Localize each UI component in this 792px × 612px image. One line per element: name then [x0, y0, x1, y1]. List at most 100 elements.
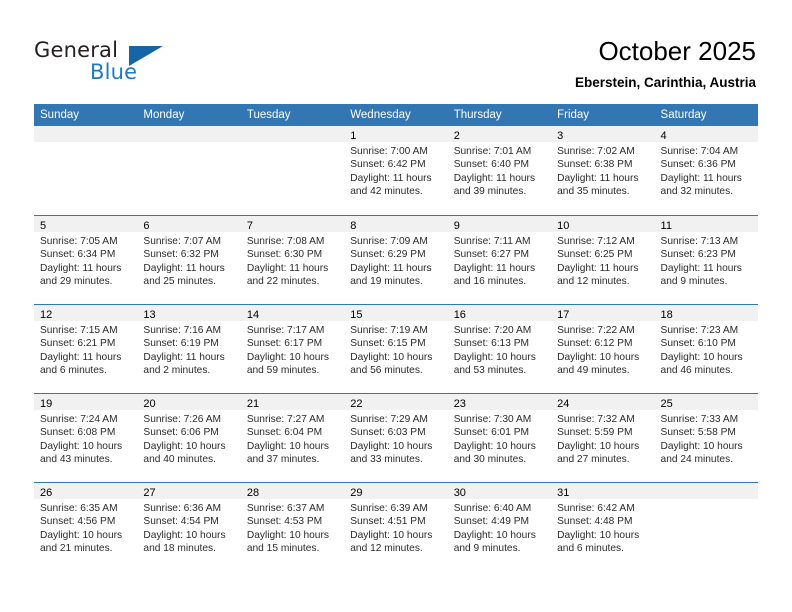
calendar-day-cell[interactable]: 4 Sunrise: 7:04 AM Sunset: 6:36 PM Daylight…: [654, 126, 758, 215]
daylight-text-line1: Daylight: 11 hours: [453, 262, 536, 274]
sunrise-text: Sunrise: 7:09 AM: [350, 236, 428, 247]
day-number: 5: [40, 220, 47, 232]
sunset-text: Sunset: 6:30 PM: [246, 249, 323, 261]
sunset-text: Sunset: 6:04 PM: [246, 427, 323, 439]
brand-logo[interactable]: General Blue: [34, 38, 234, 90]
sunrise-text: Sunrise: 6:36 AM: [143, 503, 222, 514]
day-sun-info: Sunrise: 7:17 AM Sunset: 6:17 PM Daylight:…: [241, 321, 344, 377]
weekday-wednesday: Wednesday: [350, 109, 411, 121]
calendar-day-cell[interactable]: 28 Sunrise: 6:37 AM Sunset: 4:53 PM Dayligh…: [240, 483, 345, 571]
daylight-text-line2: and 24 minutes.: [660, 453, 734, 465]
calendar-day-cell[interactable]: 23 Sunrise: 7:30 AM Sunset: 6:01 PM Dayligh…: [447, 394, 552, 482]
calendar-day-cell[interactable]: 3 Sunrise: 7:02 AM Sunset: 6:38 PM Daylight…: [551, 126, 655, 215]
weekday-thursday: Thursday: [453, 109, 502, 121]
day-number-band: 26: [34, 483, 138, 499]
calendar-day-cell[interactable]: 22 Sunrise: 7:29 AM Sunset: 6:03 PM Dayligh…: [344, 394, 448, 482]
daylight-text-line2: and 9 minutes.: [453, 542, 521, 554]
day-sun-info: Sunrise: 7:09 AM Sunset: 6:29 PM Daylight:…: [344, 232, 447, 288]
calendar-day-cell[interactable]: 18 Sunrise: 7:23 AM Sunset: 6:10 PM Dayligh…: [654, 305, 758, 393]
calendar-page: General Blue October 2025 Eberstein, Car…: [0, 0, 792, 612]
calendar-day-cell[interactable]: 7 Sunrise: 7:08 AM Sunset: 6:30 PM Daylight…: [240, 216, 345, 304]
day-sun-info: Sunrise: 6:40 AM Sunset: 4:49 PM Daylight:…: [448, 499, 551, 555]
calendar-day-cell[interactable]: 2 Sunrise: 7:01 AM Sunset: 6:40 PM Daylight…: [447, 126, 552, 215]
calendar-day-cell[interactable]: 6 Sunrise: 7:07 AM Sunset: 6:32 PM Daylight…: [137, 216, 241, 304]
sunrise-text: Sunrise: 7:20 AM: [453, 325, 532, 336]
daylight-text-line1: Daylight: 11 hours: [557, 172, 639, 184]
day-number: 20: [143, 398, 156, 410]
calendar-day-cell[interactable]: 31 Sunrise: 6:42 AM Sunset: 4:48 PM Dayligh…: [551, 483, 655, 571]
sunset-text: Sunset: 6:32 PM: [143, 249, 219, 261]
calendar-day-cell[interactable]: 24 Sunrise: 7:32 AM Sunset: 5:59 PM Dayligh…: [551, 394, 655, 482]
sunset-text: Sunset: 6:19 PM: [143, 338, 219, 350]
day-sun-info: Sunrise: 7:30 AM Sunset: 6:01 PM Daylight:…: [448, 410, 551, 466]
calendar-day-cell[interactable]: 11 Sunrise: 7:13 AM Sunset: 6:23 PM Dayligh…: [654, 216, 758, 304]
calendar-day-cell[interactable]: 21 Sunrise: 7:27 AM Sunset: 6:04 PM Dayligh…: [240, 394, 345, 482]
calendar-day-cell[interactable]: 27 Sunrise: 6:36 AM Sunset: 4:54 PM Dayligh…: [137, 483, 241, 571]
daylight-text-line1: Daylight: 10 hours: [143, 440, 226, 452]
page-header: General Blue October 2025 Eberstein, Car…: [0, 0, 792, 104]
day-sun-info: Sunrise: 7:01 AM Sunset: 6:40 PM Daylight:…: [448, 142, 551, 198]
sunset-text: Sunset: 4:56 PM: [40, 516, 116, 528]
sunset-text: Sunset: 6:42 PM: [350, 159, 426, 171]
calendar-day-cell[interactable]: 15 Sunrise: 7:19 AM Sunset: 6:15 PM Dayligh…: [344, 305, 448, 393]
calendar-day-cell-empty: [654, 483, 758, 571]
daylight-text-line2: and 18 minutes.: [143, 542, 216, 554]
day-number: 9: [453, 220, 460, 232]
calendar-day-cell[interactable]: 19 Sunrise: 7:24 AM Sunset: 6:08 PM Dayligh…: [34, 394, 138, 482]
sunset-text: Sunset: 6:40 PM: [453, 159, 530, 171]
daylight-text-line2: and 16 minutes.: [453, 275, 527, 287]
daylight-text-line2: and 40 minutes.: [143, 453, 216, 465]
day-number-band: [654, 483, 758, 499]
sunrise-text: Sunrise: 7:01 AM: [453, 146, 532, 157]
calendar-day-cell[interactable]: 30 Sunrise: 6:40 AM Sunset: 4:49 PM Dayligh…: [447, 483, 552, 571]
day-number-band: 14: [240, 305, 345, 321]
location-subtitle: Eberstein, Carinthia, Austria: [574, 75, 756, 90]
sunrise-text: Sunrise: 6:35 AM: [40, 503, 118, 514]
daylight-text-line2: and 46 minutes.: [660, 364, 734, 376]
daylight-text-line1: Daylight: 10 hours: [246, 529, 329, 541]
day-number: 31: [557, 487, 570, 499]
calendar-day-cell[interactable]: 1 Sunrise: 7:00 AM Sunset: 6:42 PM Daylight…: [344, 126, 448, 215]
calendar-day-cell[interactable]: 8 Sunrise: 7:09 AM Sunset: 6:29 PM Daylight…: [344, 216, 448, 304]
weekday-tuesday: Tuesday: [246, 109, 291, 121]
calendar-day-cell[interactable]: 10 Sunrise: 7:12 AM Sunset: 6:25 PM Dayligh…: [551, 216, 655, 304]
calendar-day-cell[interactable]: 20 Sunrise: 7:26 AM Sunset: 6:06 PM Dayligh…: [137, 394, 241, 482]
calendar-day-cell[interactable]: 17 Sunrise: 7:22 AM Sunset: 6:12 PM Dayligh…: [551, 305, 655, 393]
day-number: 27: [143, 487, 156, 499]
calendar-week-row: 12 Sunrise: 7:15 AM Sunset: 6:21 PM Dayligh…: [34, 304, 758, 393]
calendar-day-cell[interactable]: 5 Sunrise: 7:05 AM Sunset: 6:34 PM Daylight…: [34, 216, 138, 304]
calendar-day-cell[interactable]: 26 Sunrise: 6:35 AM Sunset: 4:56 PM Dayligh…: [34, 483, 138, 571]
daylight-text-line2: and 56 minutes.: [350, 364, 423, 376]
day-sun-info: Sunrise: 7:16 AM Sunset: 6:19 PM Daylight:…: [137, 321, 240, 377]
day-sun-info: Sunrise: 7:32 AM Sunset: 5:59 PM Daylight:…: [551, 410, 654, 466]
daylight-text-line2: and 29 minutes.: [40, 275, 113, 287]
daylight-text-line1: Daylight: 11 hours: [660, 262, 742, 274]
calendar-grid: Sunday Monday Tuesday Wednesday Thursday…: [34, 104, 758, 571]
day-sun-info: Sunrise: 7:20 AM Sunset: 6:13 PM Daylight:…: [448, 321, 551, 377]
sunrise-text: Sunrise: 7:32 AM: [557, 414, 635, 425]
sunset-text: Sunset: 6:21 PM: [40, 338, 116, 350]
sunrise-text: Sunrise: 7:22 AM: [557, 325, 635, 336]
sunset-text: Sunset: 6:36 PM: [660, 159, 736, 171]
calendar-day-cell[interactable]: 25 Sunrise: 7:33 AM Sunset: 5:58 PM Dayligh…: [654, 394, 758, 482]
calendar-day-cell[interactable]: 13 Sunrise: 7:16 AM Sunset: 6:19 PM Dayligh…: [137, 305, 241, 393]
calendar-day-cell[interactable]: 14 Sunrise: 7:17 AM Sunset: 6:17 PM Dayligh…: [240, 305, 345, 393]
sunrise-text: Sunrise: 7:13 AM: [660, 236, 739, 247]
calendar-day-cell[interactable]: 29 Sunrise: 6:39 AM Sunset: 4:51 PM Dayligh…: [344, 483, 448, 571]
day-number: 3: [557, 130, 564, 142]
daylight-text-line1: Daylight: 10 hours: [246, 440, 329, 452]
calendar-day-cell[interactable]: 16 Sunrise: 7:20 AM Sunset: 6:13 PM Dayligh…: [447, 305, 552, 393]
calendar-day-cell[interactable]: 9 Sunrise: 7:11 AM Sunset: 6:27 PM Daylight…: [447, 216, 552, 304]
day-sun-info: Sunrise: 6:42 AM Sunset: 4:48 PM Daylight:…: [551, 499, 654, 555]
sunrise-text: Sunrise: 7:27 AM: [246, 414, 325, 425]
sunset-text: Sunset: 5:58 PM: [660, 427, 736, 439]
daylight-text-line1: Daylight: 10 hours: [660, 440, 743, 452]
day-number: 21: [246, 398, 260, 410]
day-number-band: 5: [34, 216, 138, 232]
sunrise-text: Sunrise: 7:33 AM: [660, 414, 739, 425]
calendar-day-cell[interactable]: 12 Sunrise: 7:15 AM Sunset: 6:21 PM Dayligh…: [34, 305, 138, 393]
daylight-text-line1: Daylight: 10 hours: [557, 351, 640, 363]
daylight-text-line2: and 19 minutes.: [350, 275, 423, 287]
day-number: 30: [453, 487, 466, 499]
day-number: 14: [246, 309, 260, 321]
